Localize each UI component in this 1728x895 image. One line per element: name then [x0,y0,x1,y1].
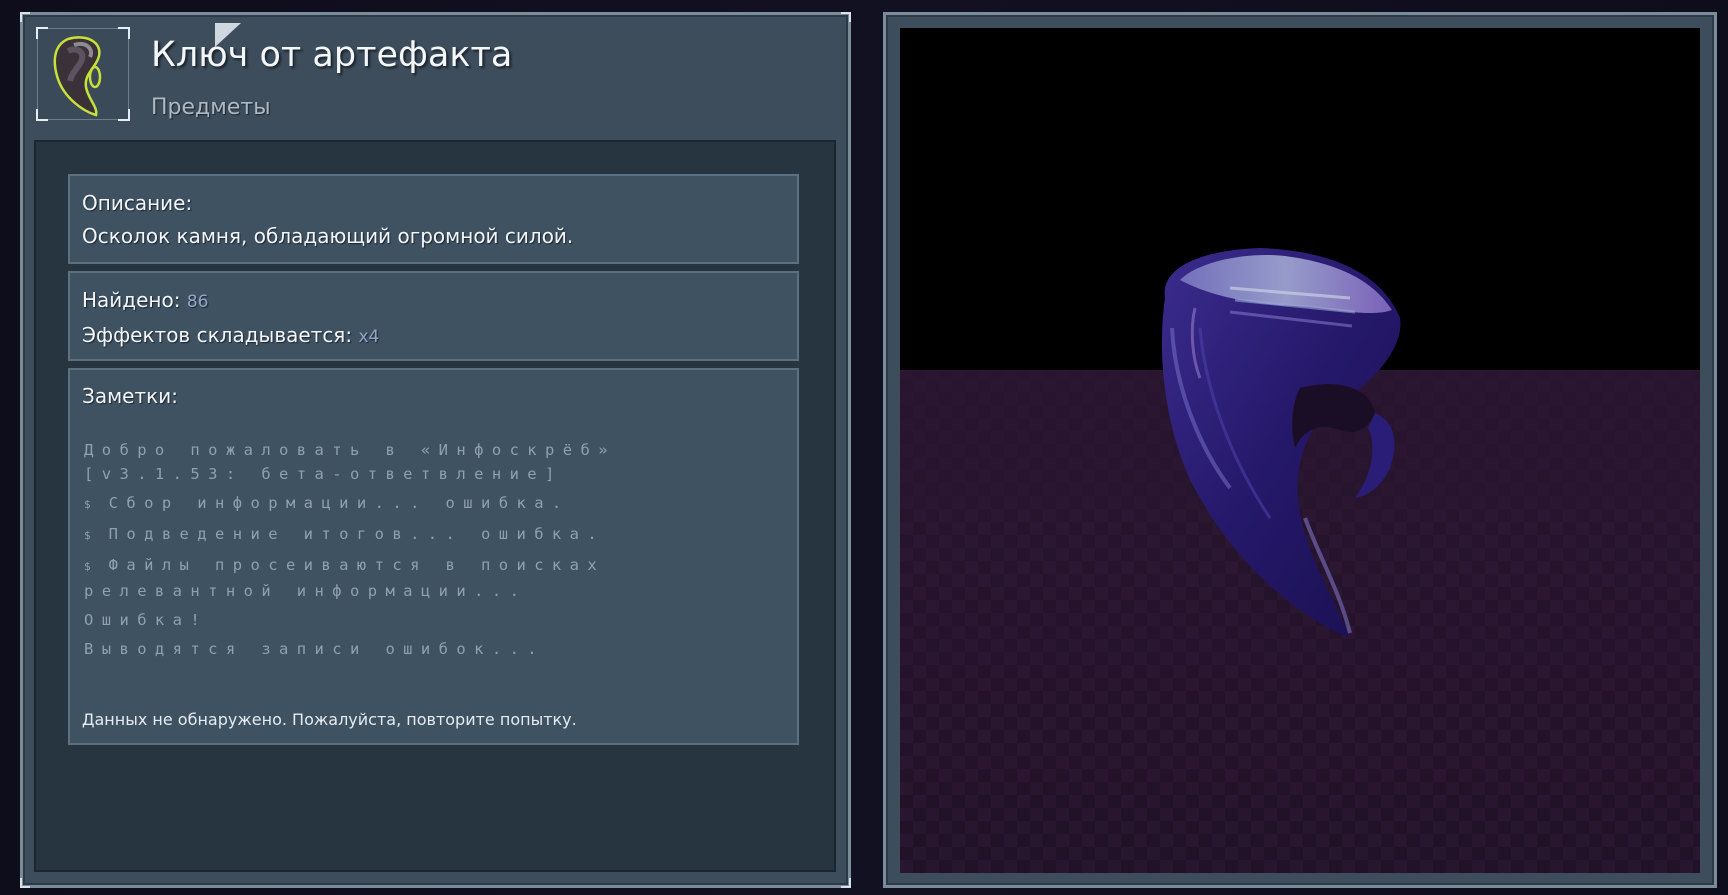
notes-terminal-log: Добро пожаловать в «Инфоскрёб» [v3.1.53:… [84,438,784,666]
log-line-text: Сбор информации... ошибка. [108,494,570,512]
stack-row: Эффектов складывается: x4 [82,323,379,347]
model-viewer-panel [883,12,1717,888]
notes-box: Заметки: Добро пожаловать в «Инфоскрёб» … [68,368,799,745]
log-line-text: Файлы просеиваются в поисках релевантной… [84,556,606,600]
found-row: Найдено: 86 [82,288,208,312]
icon-corner [36,109,48,121]
panel-corner [841,12,851,22]
item-info-panel: Ключ от артефакта Предметы Описание: Оск… [20,12,851,888]
found-value: 86 [186,292,209,312]
model-scene [900,28,1700,873]
icon-corner [118,27,130,39]
description-box: Описание: Осколок камня, обладающий огро… [68,174,799,264]
item-category: Предметы [151,95,271,120]
panel-corner [841,878,851,888]
icon-corner [118,109,130,121]
stats-box: Найдено: 86 Эффектов складывается: x4 [68,271,799,361]
log-line: Добро пожаловать в «Инфоскрёб» [v3.1.53:… [84,441,616,483]
model-viewport[interactable] [900,28,1700,873]
stack-label: Эффектов складывается: [82,323,353,347]
item-title: Ключ от артефакта [151,35,513,75]
found-label: Найдено: [82,288,181,312]
description-label: Описание: [82,191,193,215]
logbook-screen: Ключ от артефакта Предметы Описание: Оск… [0,0,1728,895]
prompt-symbol: $ [84,529,91,542]
notes-footer: Данных не обнаружено. Пожалуйста, повтор… [82,710,577,729]
log-line: $ Сбор информации... ошибка. [84,491,784,517]
artifact-key-icon [53,36,102,117]
panel-corner [20,12,30,22]
log-line-text: Подведение итогов... ошибка. [108,525,606,543]
notes-label: Заметки: [82,384,178,408]
prompt-symbol: $ [84,498,91,511]
log-line: $ Файлы просеиваются в поисках релевантно… [84,553,784,603]
prompt-symbol: $ [84,560,91,573]
stack-value: x4 [358,327,380,347]
item-icon-frame [36,27,130,121]
details-scroll-area[interactable]: Описание: Осколок камня, обладающий огро… [34,140,836,872]
log-line: Ошибка! [84,611,209,629]
description-text: Осколок камня, обладающий огромной силой… [82,224,574,248]
log-line: Выводятся записи ошибок... [84,640,546,658]
icon-corner [36,27,48,39]
panel-corner [20,878,30,888]
log-line: $ Подведение итогов... ошибка. [84,522,784,548]
